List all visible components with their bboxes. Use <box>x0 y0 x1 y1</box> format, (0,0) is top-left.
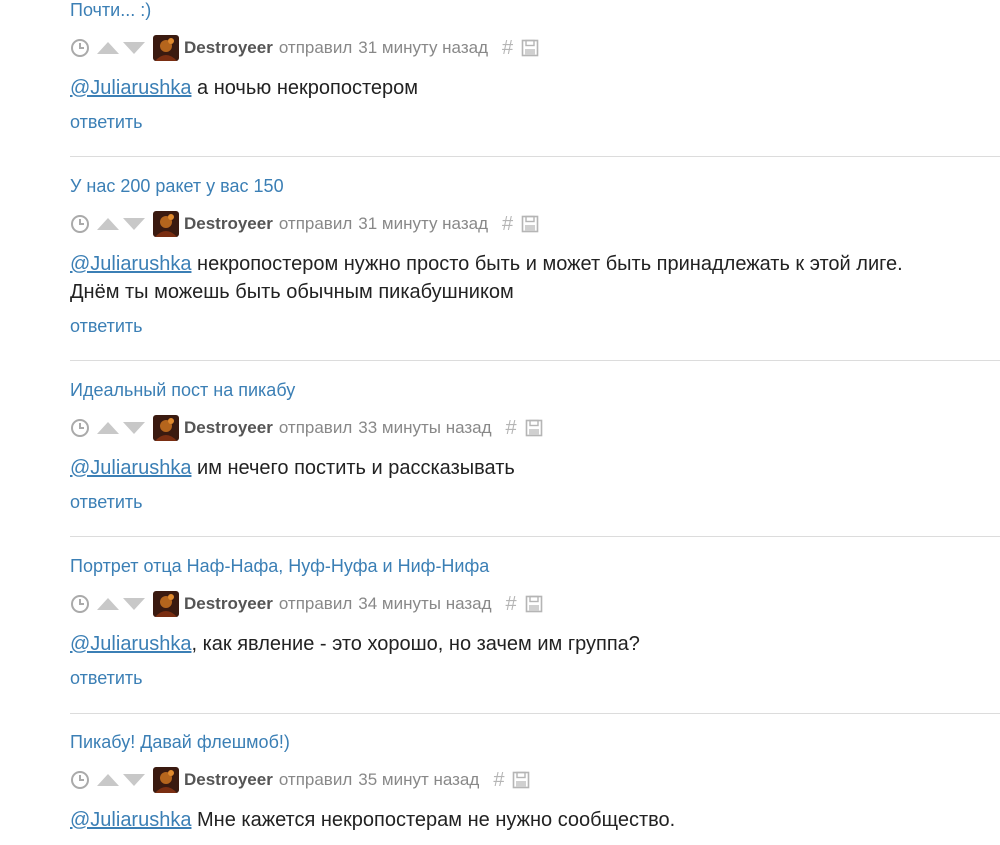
timestamp[interactable]: 31 минуту назад <box>358 38 488 58</box>
comment-meta: Destroyeer отправил 33 минуты назад # <box>70 415 543 441</box>
arrow-down-icon[interactable] <box>122 41 146 55</box>
arrow-up-icon[interactable] <box>96 217 120 231</box>
vote-controls <box>96 421 146 435</box>
divider <box>70 156 1000 157</box>
arrow-down-icon[interactable] <box>122 773 146 787</box>
avatar[interactable] <box>153 35 179 61</box>
post-title-link[interactable]: Пикабу! Давай флешмоб!) <box>70 732 290 753</box>
reply-link[interactable]: ответить <box>70 668 143 689</box>
clock-icon <box>71 39 89 57</box>
mention-link[interactable]: @Juliarushka <box>70 633 191 655</box>
comment-body: им нечего постить и рассказывать <box>191 457 515 479</box>
comment: Почти... :) Destroyeer отправил 31 минут… <box>70 0 1000 140</box>
save-icon[interactable] <box>521 39 539 57</box>
arrow-up-icon[interactable] <box>96 41 120 55</box>
mention-link[interactable]: @Juliarushka <box>70 457 191 479</box>
comment-text: @Juliarushka некропостером нужно просто … <box>70 250 940 306</box>
timestamp[interactable]: 31 минуту назад <box>358 214 488 234</box>
hash-icon[interactable]: # <box>506 417 517 440</box>
vote-controls <box>96 597 146 611</box>
author-name[interactable]: Destroyeer <box>184 594 273 614</box>
comment-meta: Destroyeer отправил 35 минут назад # <box>70 767 530 793</box>
save-icon[interactable] <box>521 215 539 233</box>
comment-body: , как явление - это хорошо, но зачем им … <box>191 633 640 655</box>
save-icon[interactable] <box>512 771 530 789</box>
clock-icon <box>71 215 89 233</box>
clock-icon <box>71 595 89 613</box>
divider <box>70 713 1000 714</box>
action-text: отправил <box>278 418 353 437</box>
comment: Портрет отца Наф-Нафа, Нуф-Нуфа и Ниф-Ни… <box>70 556 1000 696</box>
comment-text: @Juliarushka им нечего постить и рассказ… <box>70 454 940 482</box>
comment-meta: Destroyeer отправил 34 минуты назад # <box>70 591 543 617</box>
reply-link[interactable]: ответить <box>70 316 143 337</box>
arrow-down-icon[interactable] <box>122 597 146 611</box>
save-icon[interactable] <box>525 595 543 613</box>
author-name[interactable]: Destroyeer <box>184 214 273 234</box>
arrow-up-icon[interactable] <box>96 421 120 435</box>
author-name[interactable]: Destroyeer <box>184 38 273 58</box>
author-name[interactable]: Destroyeer <box>184 770 273 790</box>
timestamp[interactable]: 34 минуты назад <box>358 594 491 614</box>
divider <box>70 536 1000 537</box>
arrow-down-icon[interactable] <box>122 217 146 231</box>
comment: У нас 200 ракет у вас 150 Destroyeer отп… <box>70 176 1000 346</box>
mention-link[interactable]: @Juliarushka <box>70 77 191 99</box>
action-text: отправил <box>278 770 353 789</box>
post-title-link[interactable]: Портрет отца Наф-Нафа, Нуф-Нуфа и Ниф-Ни… <box>70 556 489 577</box>
author-name[interactable]: Destroyeer <box>184 418 273 438</box>
action-text: отправил <box>278 214 353 233</box>
clock-icon <box>71 419 89 437</box>
action-text: отправил <box>278 594 353 613</box>
mention-link[interactable]: @Juliarushka <box>70 809 191 831</box>
comment-text: @Juliarushka Мне кажется некропостерам н… <box>70 806 940 834</box>
mention-link[interactable]: @Juliarushka <box>70 253 191 275</box>
vote-controls <box>96 41 146 55</box>
hash-icon[interactable]: # <box>502 37 513 60</box>
comment-body: а ночью некропостером <box>191 77 419 99</box>
post-title-link[interactable]: Почти... :) <box>70 0 151 21</box>
vote-controls <box>96 773 146 787</box>
comment-meta: Destroyeer отправил 31 минуту назад # <box>70 35 539 61</box>
hash-icon[interactable]: # <box>502 213 513 236</box>
hash-icon[interactable]: # <box>493 769 504 792</box>
comment-feed: Почти... :) Destroyeer отправил 31 минут… <box>0 0 1000 845</box>
avatar[interactable] <box>153 415 179 441</box>
comment-meta: Destroyeer отправил 31 минуту назад # <box>70 211 539 237</box>
post-title-link[interactable]: У нас 200 ракет у вас 150 <box>70 176 284 197</box>
arrow-down-icon[interactable] <box>122 421 146 435</box>
vote-controls <box>96 217 146 231</box>
comment-text: @Juliarushka а ночью некропостером <box>70 74 940 102</box>
reply-link[interactable]: ответить <box>70 492 143 513</box>
comment-body: некропостером нужно просто быть и может … <box>70 253 903 303</box>
hash-icon[interactable]: # <box>506 593 517 616</box>
action-text: отправил <box>278 38 353 57</box>
post-title-link[interactable]: Идеальный пост на пикабу <box>70 380 295 401</box>
avatar[interactable] <box>153 211 179 237</box>
comment: Пикабу! Давай флешмоб!) Destroyeer отпра… <box>70 732 1000 845</box>
timestamp[interactable]: 33 минуты назад <box>358 418 491 438</box>
save-icon[interactable] <box>525 419 543 437</box>
divider <box>70 360 1000 361</box>
comment-body: Мне кажется некропостерам не нужно сообщ… <box>191 809 676 831</box>
comment: Идеальный пост на пикабу Destroyeer отпр… <box>70 380 1000 520</box>
comment-text: @Juliarushka, как явление - это хорошо, … <box>70 630 940 658</box>
arrow-up-icon[interactable] <box>96 773 120 787</box>
reply-link[interactable]: ответить <box>70 112 143 133</box>
clock-icon <box>71 771 89 789</box>
avatar[interactable] <box>153 767 179 793</box>
arrow-up-icon[interactable] <box>96 597 120 611</box>
avatar[interactable] <box>153 591 179 617</box>
timestamp[interactable]: 35 минут назад <box>358 770 479 790</box>
